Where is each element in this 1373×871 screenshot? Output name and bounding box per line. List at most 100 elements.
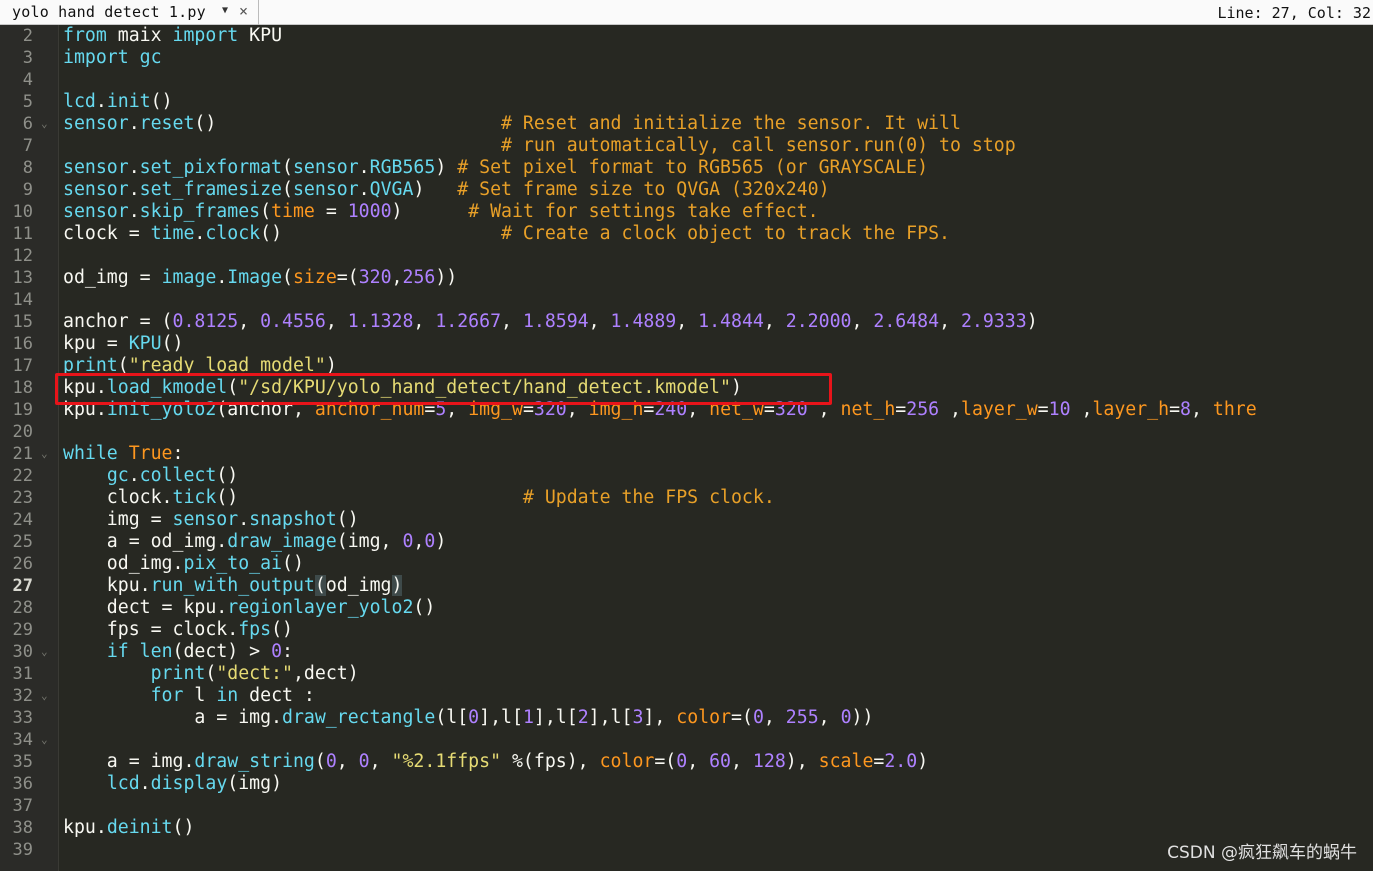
code-line[interactable]: od_img.pix_to_ai() (63, 553, 304, 575)
tab-dropdown-icon[interactable]: ▼ (222, 5, 228, 16)
fold-chevron-icon[interactable]: ⌄ (41, 641, 48, 663)
code-line[interactable]: a = img.draw_rectangle(l[0],l[1],l[2],l[… (63, 707, 873, 729)
code-line[interactable]: a = od_img.draw_image(img, 0,0) (63, 531, 446, 553)
code-token: import (63, 47, 129, 68)
code-token: , (588, 311, 611, 332)
code-token: . (128, 465, 140, 486)
code-line[interactable]: if len(dect) > 0: (63, 641, 293, 663)
code-token: () (172, 817, 195, 838)
code-token: scale (818, 751, 874, 772)
line-number: 7 (22, 136, 33, 156)
code-line[interactable]: img = sensor.snapshot() (63, 509, 359, 531)
code-token: draw_image (227, 531, 337, 552)
code-line[interactable]: from maix import KPU (63, 25, 282, 47)
code-token: img = (63, 509, 173, 530)
line-number: 26 (12, 554, 33, 574)
code-line[interactable]: print("dect:",dect) (63, 663, 359, 685)
code-token: ( (314, 575, 326, 596)
code-token: KPU (238, 25, 283, 46)
fold-chevron-icon[interactable]: ⌄ (41, 443, 48, 465)
code-token: , (238, 311, 261, 332)
code-line[interactable]: kpu.deinit() (63, 817, 194, 839)
code-token: 1.8594 (522, 311, 589, 332)
code-token: 2.6484 (873, 311, 940, 332)
code-token: )) (851, 707, 874, 728)
code-token: 256 (402, 267, 436, 288)
code-line[interactable]: clock = time.clock() # Create a clock ob… (63, 223, 950, 245)
code-line[interactable]: gc.collect() (63, 465, 238, 487)
code-token: lcd (63, 91, 96, 112)
code-token: 1000 (347, 201, 392, 222)
fold-chevron-icon[interactable]: ⌄ (41, 685, 48, 707)
line-number: 31 (12, 664, 33, 684)
line-number: 37 (12, 796, 33, 816)
code-token: print (150, 663, 206, 684)
code-line[interactable]: fps = clock.fps() (63, 619, 293, 641)
code-token: run_with_output (150, 575, 315, 596)
code-line[interactable]: lcd.init() (63, 91, 173, 113)
code-token: dect : (238, 685, 315, 706)
code-token: (l[ (435, 707, 469, 728)
code-line[interactable]: sensor.skip_frames(time = 1000) # Wait f… (63, 201, 819, 223)
fold-chevron-icon[interactable]: ⌄ (41, 729, 48, 751)
code-line[interactable]: dect = kpu.regionlayer_yolo2() (63, 597, 436, 619)
code-token: , (731, 751, 753, 772)
code-line[interactable]: od_img = image.Image(size=(320,256)) (63, 267, 457, 289)
code-token: ,dect) (292, 663, 359, 684)
code-line[interactable]: import gc (63, 47, 162, 69)
code-token: () (413, 597, 436, 618)
code-token: a = img. (63, 751, 195, 772)
code-token: = (314, 201, 348, 222)
code-token: dect = kpu. (63, 597, 228, 618)
code-line[interactable]: sensor.set_framesize(sensor.QVGA) # Set … (63, 179, 830, 201)
code-token: 0 (468, 707, 480, 728)
code-line[interactable]: sensor.reset() # Reset and initialize th… (63, 113, 961, 135)
code-token: # Set frame size to QVGA (320x240) (457, 179, 830, 200)
code-token: set_framesize (139, 179, 283, 200)
code-token: : (282, 641, 293, 662)
code-token: clock = (63, 223, 151, 244)
line-number: 24 (12, 510, 33, 530)
code-token: )) (435, 267, 458, 288)
code-token: sensor (292, 157, 359, 178)
code-line[interactable]: while True: (63, 443, 183, 465)
code-line[interactable]: clock.tick() # Update the FPS clock. (63, 487, 775, 509)
line-number: 27 (12, 576, 33, 596)
code-token: gc (106, 465, 129, 486)
code-token: collect (139, 465, 217, 486)
line-number: 9 (22, 180, 33, 200)
code-token: kpu. (63, 575, 151, 596)
code-token: ) (435, 157, 458, 178)
code-line[interactable]: lcd.display(img) (63, 773, 282, 795)
code-token: # Update the FPS clock. (522, 487, 775, 508)
code-token: . (194, 223, 206, 244)
code-token: # run automatically, call sensor.run(0) … (501, 135, 1016, 156)
code-token: () (271, 619, 293, 640)
code-token: ],l[ (533, 707, 578, 728)
code-line[interactable]: anchor = (0.8125, 0.4556, 1.1328, 1.2667… (63, 311, 1038, 333)
code-line[interactable]: sensor.set_pixformat(sensor.RGB565) # Se… (63, 157, 928, 179)
code-token: 1.4844 (698, 311, 764, 332)
code-token: QVGA (369, 179, 414, 200)
code-token: ],l[ (588, 707, 633, 728)
code-line[interactable]: kpu = KPU() (63, 333, 183, 355)
code-line[interactable]: kpu.run_with_output(od_img) (63, 575, 403, 597)
tab-close-icon[interactable]: × (239, 2, 248, 20)
code-token: # Set pixel format to RGB565 (or GRAYSCA… (457, 157, 929, 178)
line-number: 15 (12, 312, 33, 332)
code-token: "%2.1ffps" (391, 751, 502, 772)
code-token: if (106, 641, 129, 662)
code-line[interactable]: # run automatically, call sensor.run(0) … (63, 135, 1016, 157)
code-token: ( (282, 267, 293, 288)
fold-chevron-icon[interactable]: ⌄ (41, 113, 48, 135)
tab-filename[interactable]: yolo hand detect 1.py (12, 3, 206, 21)
line-number: 6 (22, 114, 33, 134)
code-token: # Wait for settings take effect. (468, 201, 819, 222)
code-token: anchor = ( (63, 311, 173, 332)
code-line[interactable]: for l in dect : (63, 685, 315, 707)
line-number: 22 (12, 466, 33, 486)
code-token: . (216, 267, 228, 288)
code-line[interactable]: a = img.draw_string(0, 0, "%2.1ffps" %(f… (63, 751, 928, 773)
